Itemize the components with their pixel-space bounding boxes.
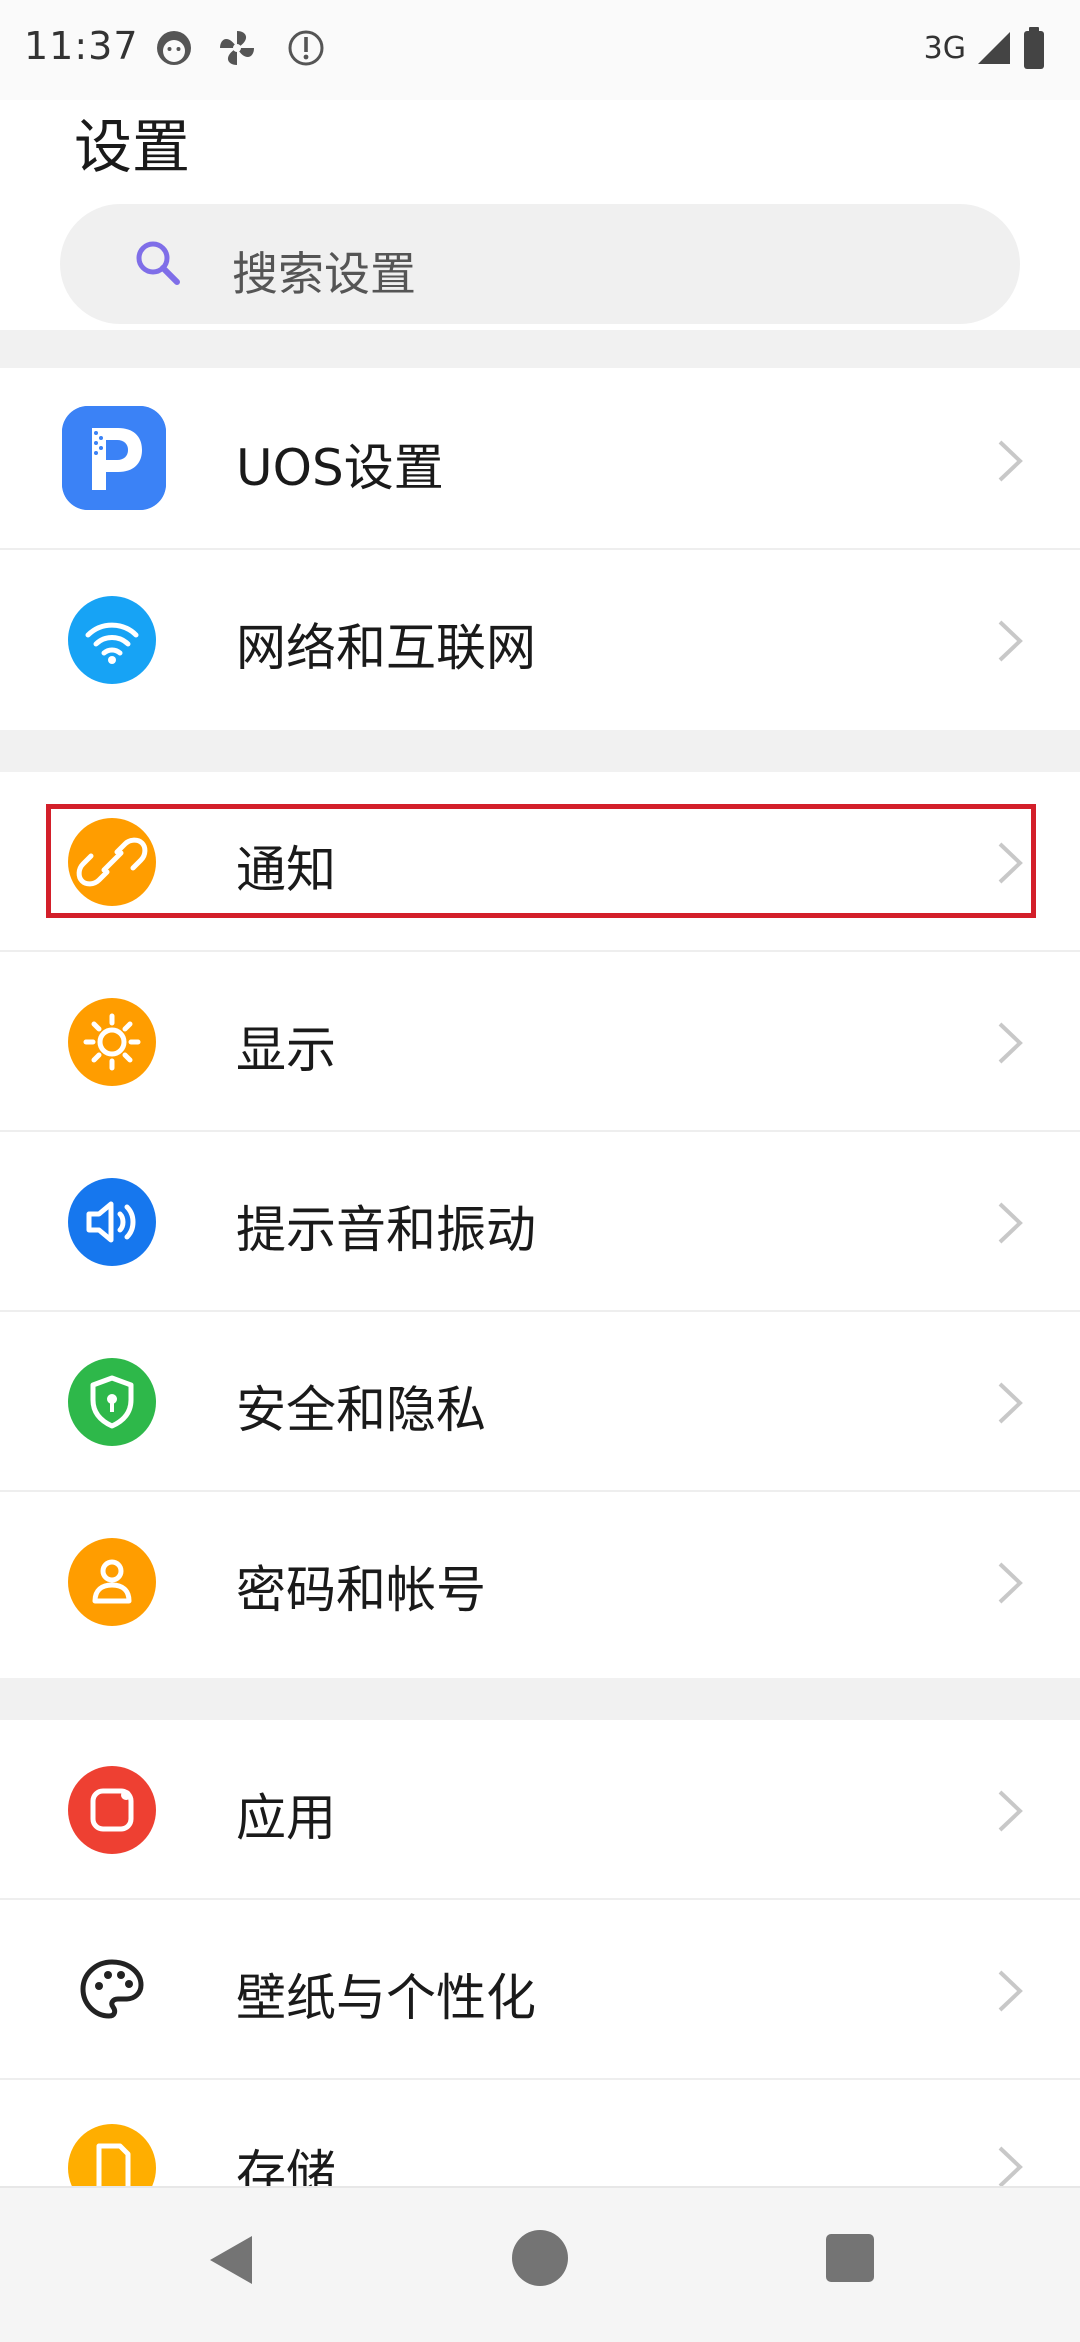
recent-apps-icon[interactable]: [826, 2234, 874, 2282]
settings-item-label: 壁纸与个性化: [236, 1969, 536, 2027]
chevron-right-icon: [998, 620, 1023, 662]
settings-item-label: 安全和隐私: [236, 1381, 486, 1439]
battery-icon: [1024, 27, 1044, 69]
settings-item-security[interactable]: 安全和隐私: [0, 1312, 1080, 1492]
palette-icon: [68, 1946, 156, 2034]
settings-item-wallpaper[interactable]: 壁纸与个性化: [0, 1900, 1080, 2080]
search-input[interactable]: 搜索设置: [60, 204, 1020, 324]
network-type: 3G: [923, 30, 966, 66]
chevron-right-icon: [998, 1022, 1023, 1064]
home-icon[interactable]: [512, 2230, 568, 2286]
settings-item-label: 显示: [236, 1021, 336, 1079]
pinwheel-icon: [220, 31, 254, 65]
settings-item-notifications[interactable]: 通知: [0, 772, 1080, 952]
search-placeholder: 搜索设置: [232, 247, 416, 301]
user-icon: [68, 1538, 156, 1626]
signal-icon: [978, 32, 1010, 64]
chevron-right-icon: [998, 1790, 1023, 1832]
chevron-right-icon: [998, 2146, 1023, 2186]
settings-item-label: UOS设置: [236, 439, 444, 497]
search-icon: [136, 241, 180, 285]
navigation-bar: [0, 2186, 1080, 2342]
status-right: 3G: [924, 24, 1046, 72]
alert-icon: [288, 30, 324, 66]
settings-item-label: 应用: [236, 1789, 336, 1847]
sun-icon: [68, 998, 156, 1086]
settings-item-display[interactable]: 显示: [0, 952, 1080, 1132]
storage-icon: [68, 2124, 156, 2186]
settings-item-storage[interactable]: 存储: [0, 2080, 1080, 2186]
group-separator: [0, 1678, 1080, 1722]
chevron-right-icon: [998, 842, 1023, 884]
settings-item-network[interactable]: 网络和互联网: [0, 550, 1080, 730]
settings-item-apps[interactable]: 应用: [0, 1720, 1080, 1900]
chevron-right-icon: [998, 1970, 1023, 2012]
settings-item-accounts[interactable]: 密码和帐号: [0, 1492, 1080, 1672]
settings-item-label: 存储: [236, 2145, 336, 2186]
face-icon: [157, 31, 191, 65]
back-icon[interactable]: [204, 2232, 260, 2288]
app-icon: [68, 1766, 156, 1854]
volume-icon: [68, 1178, 156, 1266]
chevron-right-icon: [998, 440, 1023, 482]
settings-item-label: 密码和帐号: [236, 1561, 486, 1619]
group-separator: [0, 730, 1080, 772]
link-icon: [68, 818, 156, 906]
page-title: 设置: [74, 113, 191, 181]
status-bar: 11:37 3G: [0, 0, 1080, 100]
chevron-right-icon: [998, 1382, 1023, 1424]
chevron-right-icon: [998, 1562, 1023, 1604]
settings-item-uos[interactable]: UOS设置: [0, 370, 1080, 550]
settings-item-label: 通知: [236, 841, 336, 899]
settings-item-label: 提示音和振动: [236, 1201, 536, 1259]
group-separator: [0, 330, 1080, 368]
chevron-right-icon: [998, 1202, 1023, 1244]
shield-icon: [68, 1358, 156, 1446]
status-time: 11:37: [24, 24, 139, 68]
settings-item-sound[interactable]: 提示音和振动: [0, 1132, 1080, 1312]
wifi-icon: [68, 596, 156, 684]
uos-app-icon: [62, 406, 166, 510]
settings-item-label: 网络和互联网: [236, 619, 536, 677]
